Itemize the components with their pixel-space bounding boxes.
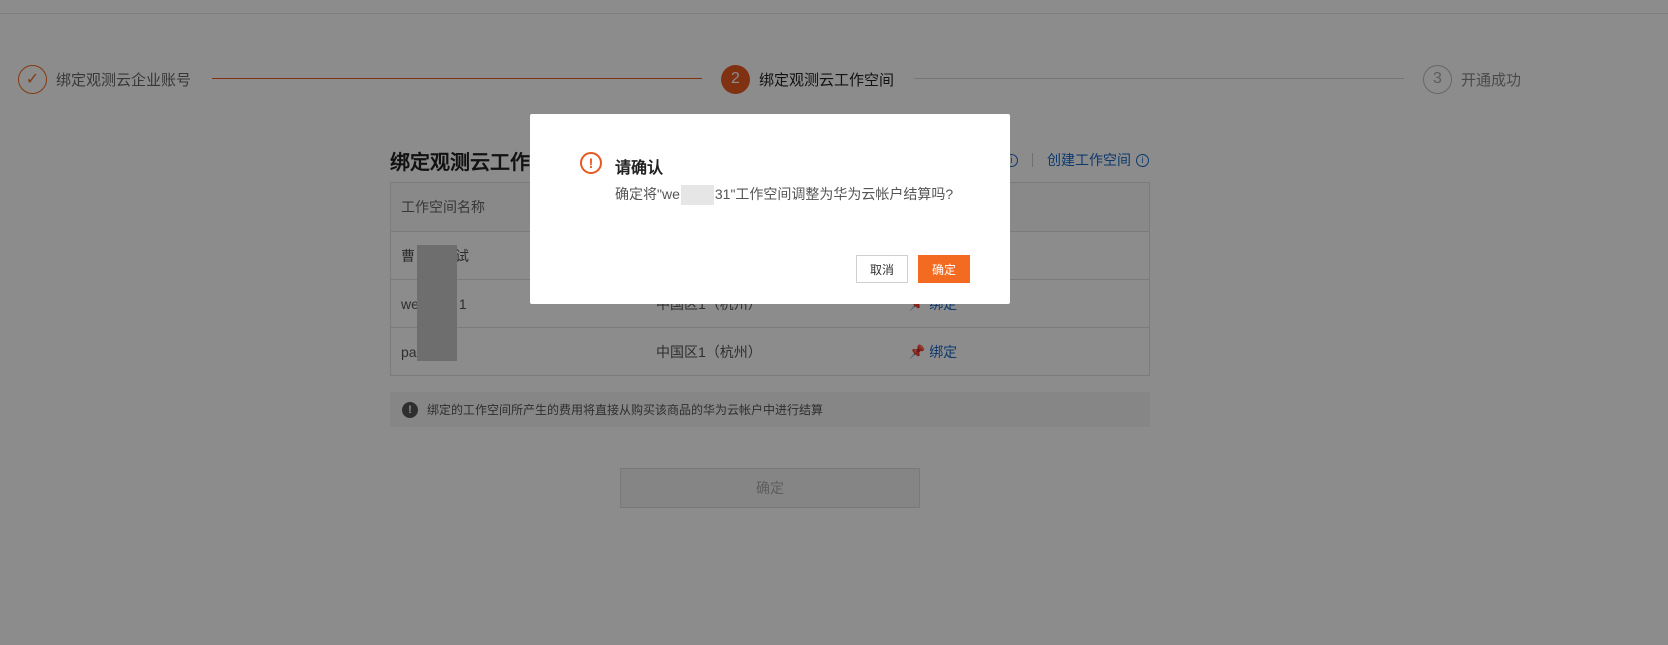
confirm-dialog: ! 请确认 确定将"we 31"工作空间调整为华为云帐户结算吗? 取消 确定 [530,114,1010,304]
ok-button[interactable]: 确定 [918,255,970,283]
modal-overlay[interactable] [0,0,1668,645]
dialog-title: 请确认 [615,160,664,177]
redaction-mask [680,185,714,206]
cancel-button[interactable]: 取消 [856,255,908,283]
warning-icon: ! [580,152,602,174]
dialog-message: 确定将"we 31"工作空间调整为华为云帐户结算吗? [615,184,953,206]
